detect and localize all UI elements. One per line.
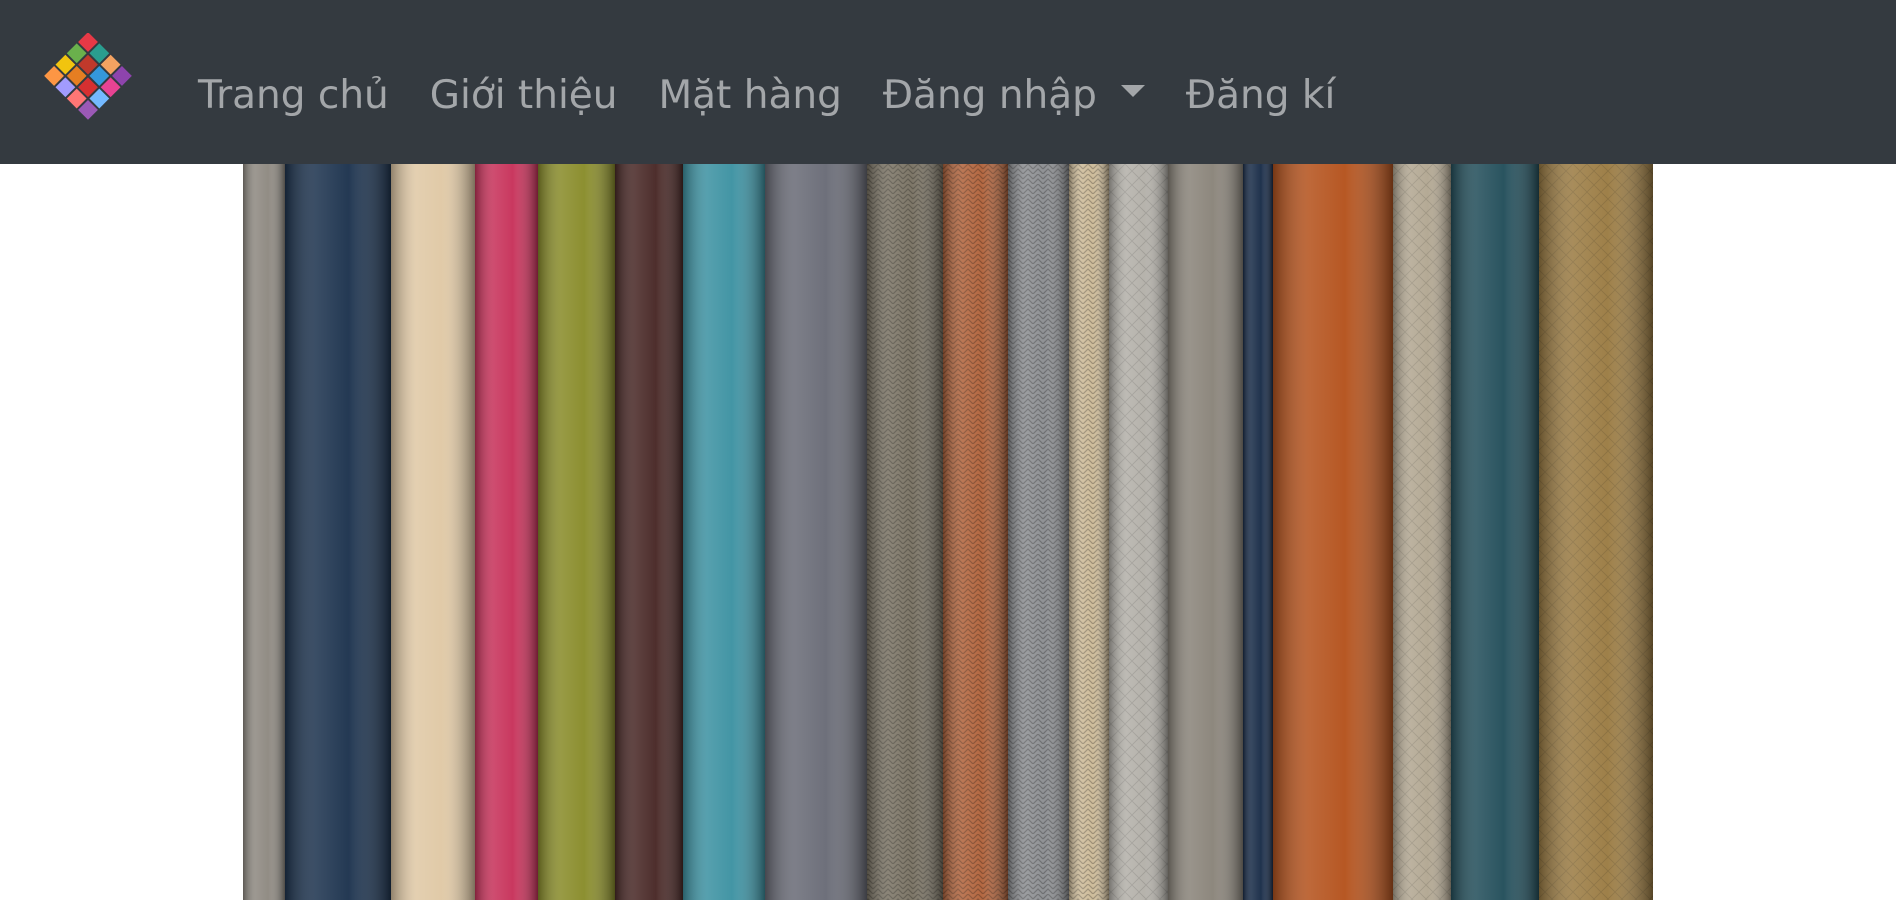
nav-register-label: Đăng kí: [1185, 72, 1336, 118]
fabric-shading: [867, 164, 943, 900]
fabric-shading: [243, 164, 285, 900]
nav-home-label: Trang chủ: [198, 72, 389, 118]
nav-login-label: Đăng nhập: [882, 72, 1097, 118]
nav-login-dropdown[interactable]: Đăng nhập: [883, 76, 1145, 115]
fabric-shading: [683, 164, 765, 900]
hero-fabric-image: [243, 164, 1653, 900]
nav-menu: Trang chủ Giới thiệu Mặt hàng Đăng nhập …: [198, 0, 1376, 190]
top-navbar: Trang chủ Giới thiệu Mặt hàng Đăng nhập …: [0, 0, 1896, 164]
fabric-shading: [1451, 164, 1539, 900]
fabric-shading: [1539, 164, 1653, 900]
fabric-shading: [285, 164, 391, 900]
brand-logo-icon[interactable]: [38, 33, 138, 133]
fabric-shading: [1243, 164, 1273, 900]
fabric-shading: [1069, 164, 1109, 900]
fabric-shading: [538, 164, 615, 900]
nav-home-link[interactable]: Trang chủ: [198, 76, 389, 115]
fabric-shading: [765, 164, 867, 900]
fabric-shading: [1273, 164, 1393, 900]
nav-products-label: Mặt hàng: [658, 72, 842, 118]
caret-down-icon: [1120, 85, 1145, 97]
fabric-shading: [1393, 164, 1451, 900]
nav-products-link[interactable]: Mặt hàng: [659, 76, 842, 115]
fabric-shading: [391, 164, 475, 900]
nav-register-link[interactable]: Đăng kí: [1186, 76, 1335, 115]
fabric-shading: [1109, 164, 1168, 900]
fabric-shading: [1168, 164, 1243, 900]
fabric-shading: [475, 164, 538, 900]
fabric-shading: [1008, 164, 1069, 900]
nav-about-label: Giới thiệu: [429, 72, 618, 118]
nav-about-link[interactable]: Giới thiệu: [430, 76, 618, 115]
fabric-shading: [943, 164, 1008, 900]
fabric-rolls-illustration: [243, 164, 1653, 900]
fabric-shading: [615, 164, 683, 900]
